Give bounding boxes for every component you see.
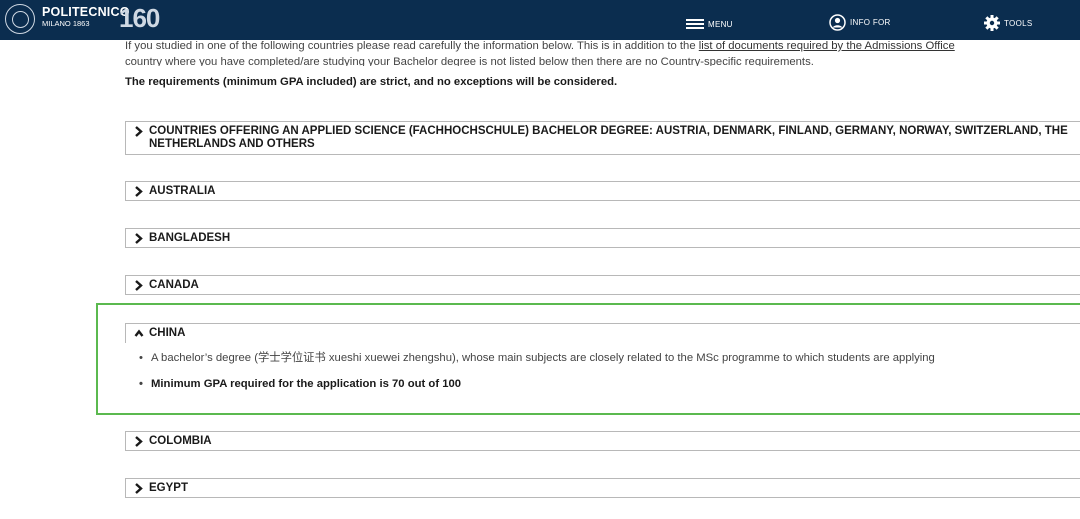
- brand-name: POLITECNICO: [42, 5, 130, 19]
- menu-button[interactable]: MENU: [686, 18, 733, 30]
- chevron-right-icon: [135, 186, 143, 197]
- chevron-right-icon: [135, 436, 143, 447]
- accordion-header[interactable]: COUNTRIES OFFERING AN APPLIED SCIENCE (F…: [126, 122, 1080, 154]
- accordion-item-australia[interactable]: AUSTRALIA: [125, 181, 1080, 201]
- accordion-title: BANGLADESH: [149, 232, 231, 244]
- accordion-header[interactable]: EGYPT: [126, 479, 1080, 498]
- intro-line-1: If you studied in one of the following c…: [125, 38, 1080, 54]
- accordion-title: CANADA: [149, 279, 199, 291]
- accordion-item-canada[interactable]: CANADA: [125, 275, 1080, 295]
- accordion-item-colombia[interactable]: COLOMBIA: [125, 431, 1080, 451]
- hamburger-icon: [686, 19, 704, 29]
- accordion-item-egypt[interactable]: EGYPT: [125, 478, 1080, 498]
- anniversary-logo: 160: [119, 3, 160, 33]
- accordion-title: EGYPT: [149, 482, 188, 494]
- chevron-right-icon: [135, 126, 143, 137]
- chevron-up-icon: [134, 329, 144, 337]
- china-requirements: A bachelor’s degree (学士学位证书 xueshi xuewe…: [137, 350, 1077, 392]
- accordion-title: COLOMBIA: [149, 435, 212, 447]
- info-for-button[interactable]: INFO FOR: [829, 14, 891, 31]
- tools-button[interactable]: TOOLS: [984, 15, 1032, 31]
- accordion-item-fachhochschule[interactable]: COUNTRIES OFFERING AN APPLIED SCIENCE (F…: [125, 121, 1080, 155]
- accordion-item-bangladesh[interactable]: BANGLADESH: [125, 228, 1080, 248]
- accordion-header[interactable]: AUSTRALIA: [126, 182, 1080, 201]
- accordion-title: COUNTRIES OFFERING AN APPLIED SCIENCE (F…: [149, 125, 1068, 150]
- accordion-header[interactable]: CANADA: [126, 276, 1080, 295]
- accordion-header[interactable]: CHINA: [126, 324, 1080, 343]
- requirement-item: Minimum GPA required for the application…: [137, 376, 1077, 392]
- chevron-right-icon: [135, 233, 143, 244]
- university-seal-logo[interactable]: [5, 4, 35, 34]
- chevron-right-icon: [135, 280, 143, 291]
- top-navigation-bar: POLITECNICO MILANO 1863 160 MENU INFO FO…: [0, 0, 1080, 40]
- menu-label: MENU: [708, 19, 733, 29]
- intro-text: If you studied in one of the following c…: [125, 40, 699, 52]
- intro-section: If you studied in one of the following c…: [125, 40, 1080, 88]
- tools-label: TOOLS: [1004, 18, 1033, 28]
- intro-line-2: country where you have completed/are stu…: [125, 56, 814, 66]
- gear-icon: [984, 15, 1000, 31]
- requirement-item: A bachelor’s degree (学士学位证书 xueshi xuewe…: [137, 350, 1077, 366]
- brand-logo[interactable]: POLITECNICO MILANO 1863: [42, 6, 130, 29]
- accordion-title: AUSTRALIA: [149, 185, 216, 197]
- documents-required-link[interactable]: list of documents required by the Admiss…: [699, 40, 955, 52]
- accordion-header[interactable]: BANGLADESH: [126, 229, 1080, 248]
- chevron-right-icon: [135, 483, 143, 494]
- accordion-header[interactable]: COLOMBIA: [126, 432, 1080, 451]
- strict-requirements-note: The requirements (minimum GPA included) …: [125, 76, 618, 88]
- brand-subtitle: MILANO 1863: [42, 19, 90, 28]
- info-for-label: INFO FOR: [850, 18, 891, 27]
- user-circle-icon: [829, 14, 846, 31]
- accordion-item-china[interactable]: CHINA: [125, 323, 1080, 343]
- accordion-title: CHINA: [149, 327, 186, 339]
